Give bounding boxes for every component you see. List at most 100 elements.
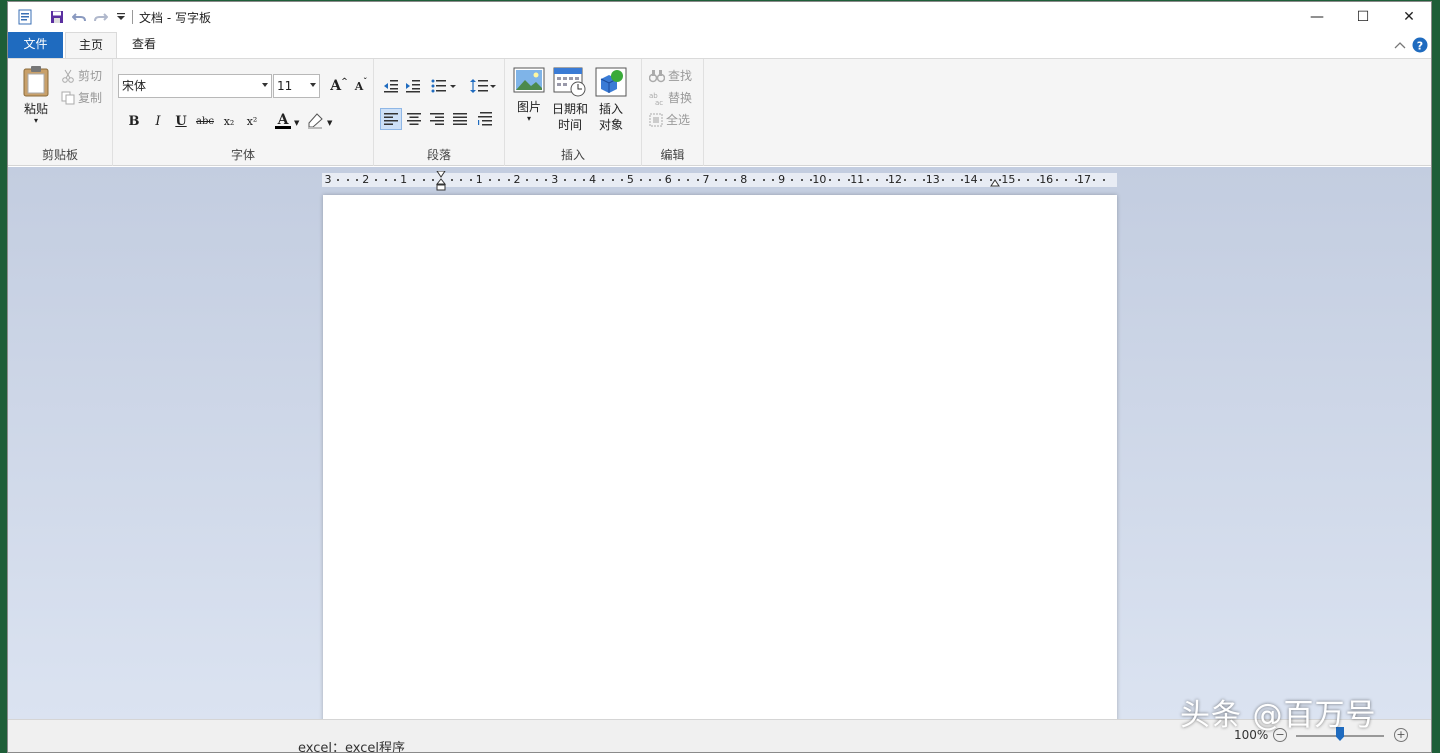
align-right-button[interactable] bbox=[426, 108, 448, 130]
ruler-tick bbox=[384, 179, 387, 181]
ruler-tick bbox=[942, 179, 945, 181]
scissors-icon bbox=[61, 69, 75, 83]
ruler-tick-label: 6 bbox=[664, 173, 672, 186]
shrink-font-button[interactable]: Aˇ bbox=[351, 76, 371, 96]
align-center-icon bbox=[407, 113, 421, 125]
ruler-tick bbox=[762, 179, 765, 181]
zoom-in-button[interactable]: + bbox=[1394, 728, 1408, 742]
decrease-indent-button[interactable] bbox=[380, 75, 402, 97]
chevron-down-icon bbox=[310, 83, 316, 87]
ruler-tick-label: 15 bbox=[1001, 173, 1016, 186]
font-family-combo[interactable]: 宋体 bbox=[118, 74, 272, 98]
ruler-tick-label: 2 bbox=[513, 173, 521, 186]
clipboard-icon bbox=[22, 65, 50, 97]
close-button[interactable]: ✕ bbox=[1386, 2, 1431, 32]
copy-button[interactable]: 复制 bbox=[61, 89, 102, 106]
paste-button[interactable]: 粘贴 ▾ bbox=[18, 65, 54, 125]
datetime-label-2: 时间 bbox=[557, 118, 582, 132]
ruler[interactable]: 3 2 1 1 2 3 4 5 6 7 8 9 10 11 12 13 14 15 16 17 bbox=[322, 170, 1117, 191]
highlight-button[interactable] bbox=[304, 111, 326, 131]
justify-icon bbox=[453, 113, 467, 125]
copy-icon bbox=[61, 91, 75, 105]
bold-button[interactable]: B bbox=[124, 111, 144, 131]
right-margin-marker[interactable] bbox=[990, 171, 1000, 190]
paragraph-group: 段落 bbox=[374, 59, 505, 166]
find-button[interactable]: 查找 bbox=[649, 67, 692, 84]
document-page[interactable] bbox=[323, 195, 1117, 725]
ruler-tick bbox=[715, 179, 718, 181]
strikethrough-button[interactable]: abc bbox=[195, 111, 215, 131]
insert-group: 图片 ▾ 日期和 时间 插入 对象 插入 bbox=[505, 59, 642, 166]
object-icon bbox=[595, 67, 627, 97]
ruler-tick-label: 5 bbox=[626, 173, 634, 186]
ruler-tick-label: 14 bbox=[963, 173, 978, 186]
align-left-button[interactable] bbox=[380, 108, 402, 130]
chevron-down-icon bbox=[262, 83, 268, 87]
tab-home[interactable]: 主页 bbox=[65, 32, 117, 59]
increase-indent-icon bbox=[405, 79, 421, 93]
font-family-value: 宋体 bbox=[122, 79, 147, 93]
ruler-tick bbox=[724, 179, 727, 181]
font-group: 宋体 11 A ^ Aˇ B I U abc x₂ x² A ▼ ▼ 字体 bbox=[113, 59, 374, 166]
ruler-tick-label: 10 bbox=[812, 173, 827, 186]
app-icon[interactable] bbox=[17, 9, 33, 25]
indent-marker[interactable] bbox=[435, 170, 447, 194]
maximize-button[interactable]: ☐ bbox=[1340, 2, 1386, 32]
ruler-tick bbox=[913, 179, 916, 181]
font-size-combo[interactable]: 11 bbox=[273, 74, 320, 98]
undo-icon[interactable] bbox=[71, 9, 87, 25]
select-all-label: 全选 bbox=[666, 113, 691, 127]
select-all-icon bbox=[649, 113, 663, 127]
picture-button[interactable]: 图片 ▾ bbox=[511, 67, 547, 123]
ruler-tick bbox=[1093, 179, 1096, 181]
tab-file[interactable]: 文件 bbox=[8, 32, 63, 58]
ruler-tick bbox=[1065, 179, 1068, 181]
copy-label: 复制 bbox=[78, 91, 103, 105]
ruler-tick bbox=[649, 179, 652, 181]
cut-button[interactable]: 剪切 bbox=[61, 67, 102, 84]
ruler-tick bbox=[498, 179, 501, 181]
datetime-button[interactable]: 日期和 时间 bbox=[549, 67, 591, 133]
chevron-down-icon[interactable]: ▼ bbox=[294, 119, 299, 127]
paragraph-group-label: 段落 bbox=[426, 148, 451, 162]
collapse-ribbon-icon[interactable] bbox=[1394, 39, 1406, 53]
replace-button[interactable]: ab ac 替换 bbox=[649, 89, 692, 106]
justify-button[interactable] bbox=[449, 108, 471, 130]
paragraph-settings-button[interactable] bbox=[474, 108, 496, 130]
ruler-tick bbox=[545, 179, 548, 181]
superscript-button[interactable]: x² bbox=[242, 111, 262, 131]
ruler-tick bbox=[1074, 179, 1077, 181]
line-spacing-button[interactable] bbox=[468, 75, 498, 97]
help-icon[interactable]: ? bbox=[1412, 37, 1428, 56]
ruler-tick bbox=[1017, 179, 1020, 181]
italic-button[interactable]: I bbox=[148, 111, 168, 131]
editing-group: 查找 ab ac 替换 全选 编辑 bbox=[642, 59, 704, 166]
increase-indent-button[interactable] bbox=[402, 75, 424, 97]
subscript-button[interactable]: x₂ bbox=[219, 111, 239, 131]
object-label-1: 插入 bbox=[598, 102, 623, 116]
align-center-button[interactable] bbox=[403, 108, 425, 130]
grow-font-icon: A bbox=[330, 78, 342, 94]
paste-dropdown-icon[interactable]: ▾ bbox=[18, 117, 54, 125]
ruler-tick bbox=[885, 179, 888, 181]
ruler-tick-label: 16 bbox=[1039, 173, 1054, 186]
ruler-tick-label: 1 bbox=[400, 173, 408, 186]
shrink-font-icon: A bbox=[354, 79, 364, 93]
minimize-button[interactable]: — bbox=[1294, 2, 1340, 32]
chevron-down-icon[interactable]: ▼ bbox=[327, 119, 332, 127]
select-all-button[interactable]: 全选 bbox=[649, 111, 690, 128]
insert-object-button[interactable]: 插入 对象 bbox=[593, 67, 629, 133]
ruler-tick bbox=[923, 179, 926, 181]
redo-icon[interactable] bbox=[93, 9, 109, 25]
grow-font-button[interactable]: A ^ bbox=[329, 76, 349, 96]
customize-qat-icon[interactable] bbox=[113, 9, 129, 25]
picture-dropdown-icon[interactable]: ▾ bbox=[511, 115, 547, 123]
tab-view[interactable]: 查看 bbox=[120, 32, 168, 58]
save-icon[interactable] bbox=[49, 9, 65, 25]
ruler-tick bbox=[687, 179, 690, 181]
ruler-tick bbox=[828, 179, 831, 181]
ruler-tick bbox=[639, 179, 642, 181]
underline-button[interactable]: U bbox=[171, 111, 191, 131]
ruler-tick bbox=[951, 179, 954, 181]
bullet-list-button[interactable] bbox=[428, 75, 460, 97]
